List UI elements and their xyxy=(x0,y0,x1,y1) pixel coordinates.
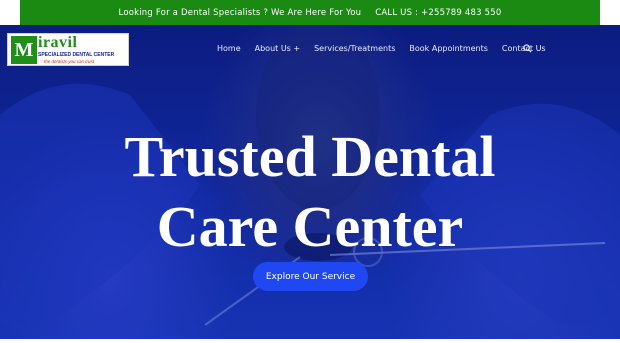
site-logo[interactable]: M iravil SPECIALIZED DENTAL CENTER the d… xyxy=(7,33,129,66)
logo-mark: M xyxy=(11,36,37,64)
nav-item-about-us[interactable]: About Us + xyxy=(255,44,300,53)
logo-tagline: the dentists you can trust xyxy=(44,59,95,64)
logo-subtitle: SPECIALIZED DENTAL CENTER xyxy=(38,52,115,58)
nav-item-home[interactable]: Home xyxy=(217,44,241,53)
hero-headline-line1: Trusted Dental xyxy=(124,124,496,189)
hero-section: M iravil SPECIALIZED DENTAL CENTER the d… xyxy=(0,25,620,339)
announcement-bar: Looking For a Dental Specialists ? We Ar… xyxy=(20,0,600,25)
hero-headline: Trusted Dental Care Center xyxy=(0,122,620,262)
call-us-phone[interactable]: CALL US : +255789 483 550 xyxy=(375,8,501,18)
nav-item-book-appointments[interactable]: Book Appointments xyxy=(409,44,488,53)
announcement-message: Looking For a Dental Specialists ? We Ar… xyxy=(118,7,362,18)
nav-item-services[interactable]: Services/Treatments xyxy=(314,44,395,53)
main-navigation: Home About Us + Services/Treatments Book… xyxy=(217,44,546,53)
search-icon[interactable] xyxy=(523,44,532,53)
logo-name: iravil xyxy=(38,34,78,51)
hero-headline-line2: Care Center xyxy=(156,194,464,259)
explore-service-button[interactable]: Explore Our Service xyxy=(253,262,368,291)
